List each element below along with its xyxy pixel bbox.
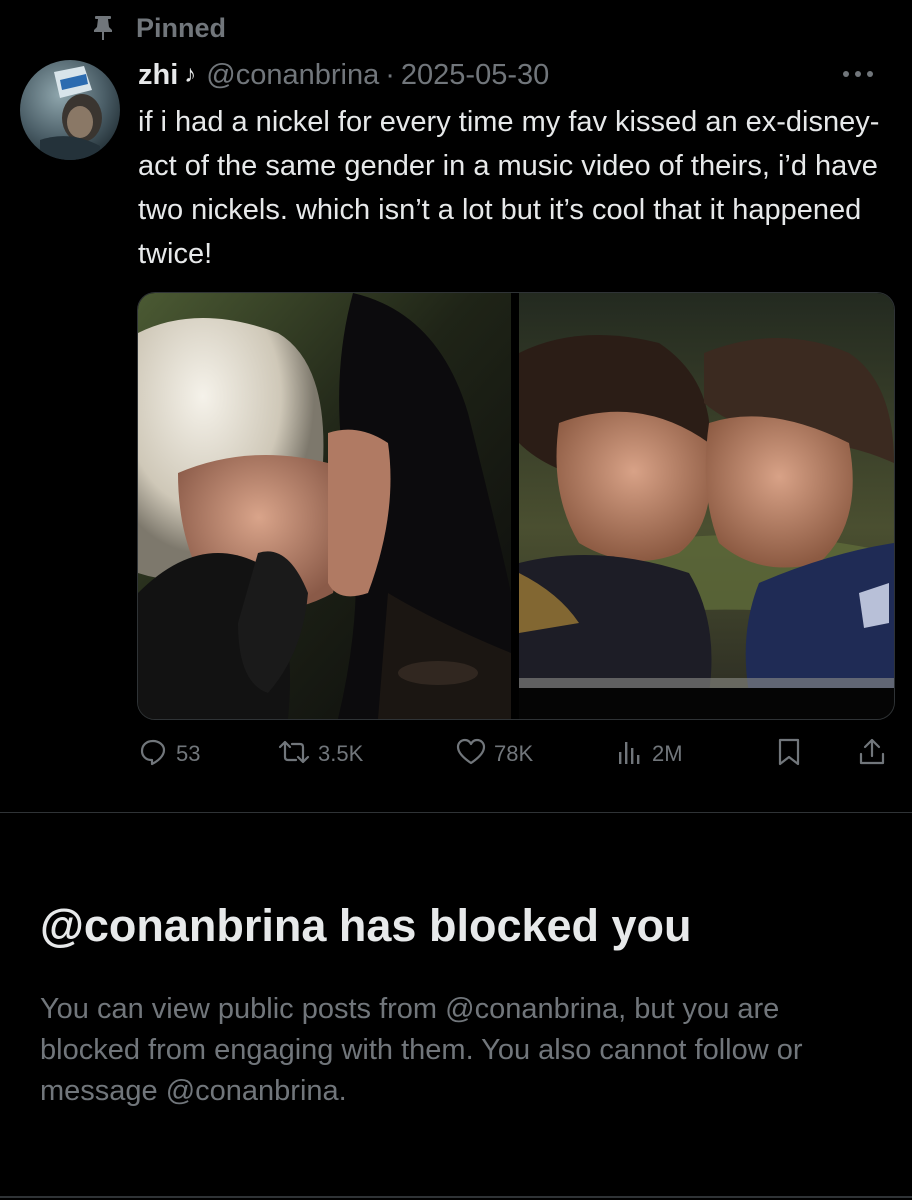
bottom-divider	[0, 1196, 912, 1198]
post-media[interactable]	[137, 292, 895, 720]
blocked-message: You can view public posts from @conanbri…	[40, 993, 803, 1107]
music-note-glyph: ♪	[184, 61, 197, 88]
avatar[interactable]	[20, 60, 120, 160]
post-text: if i had a nickel for every time my fav …	[138, 106, 880, 270]
repost-button[interactable]: 3.5K	[278, 730, 363, 778]
views-button[interactable]: 2M	[616, 730, 683, 778]
repost-count: 3.5K	[318, 741, 364, 766]
separator-dot: ·	[385, 58, 395, 91]
reply-button[interactable]: 53	[138, 730, 200, 778]
share-button[interactable]	[858, 730, 886, 778]
user-handle[interactable]: @conanbrina	[206, 59, 379, 92]
views-chart-icon	[616, 738, 644, 771]
pinned-indicator: Pinned	[90, 8, 226, 48]
reply-icon	[138, 737, 168, 772]
media-photo-1[interactable]	[138, 293, 511, 719]
bookmark-icon	[776, 737, 802, 772]
post-date[interactable]: 2025-05-30	[401, 59, 549, 92]
heart-icon	[456, 738, 486, 771]
more-options-icon[interactable]	[830, 62, 886, 86]
pinned-label: Pinned	[136, 12, 227, 43]
media-photo-2[interactable]	[519, 293, 894, 719]
views-count: 2M	[652, 741, 683, 766]
like-button[interactable]: 78K	[456, 730, 533, 778]
blocked-title: @conanbrina has blocked you	[40, 900, 692, 951]
repost-icon	[278, 737, 310, 772]
section-divider	[0, 812, 912, 813]
reply-count: 53	[176, 741, 201, 766]
display-name[interactable]: zhi	[138, 59, 178, 92]
pin-icon	[90, 14, 116, 42]
share-icon	[858, 737, 886, 772]
bookmark-button[interactable]	[776, 730, 802, 778]
like-count: 78K	[494, 741, 534, 766]
post-header: zhi ♪ @conanbrina · 2025-05-30	[138, 54, 549, 96]
post-actions: 53 3.5K 78K 2M	[138, 730, 890, 778]
